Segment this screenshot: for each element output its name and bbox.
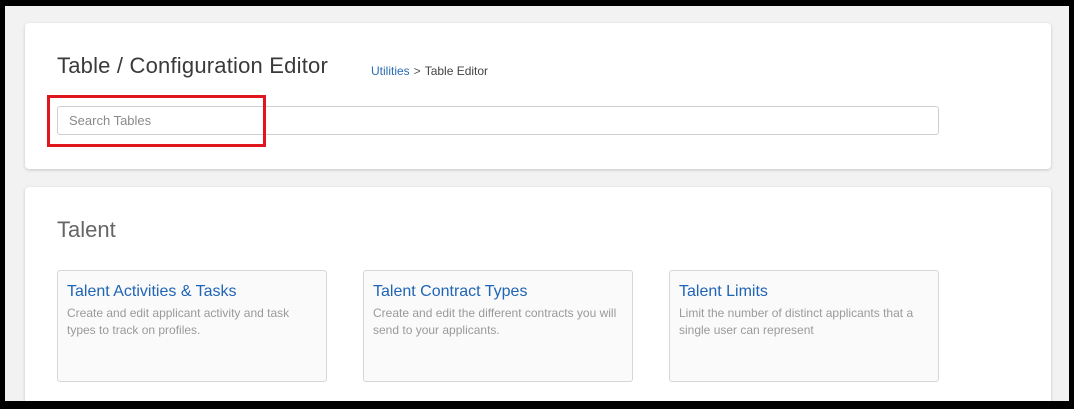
section-title: Talent xyxy=(57,217,116,242)
tile-title[interactable]: Talent Activities & Tasks xyxy=(67,283,317,301)
tile-talent-activities-tasks[interactable]: Talent Activities & Tasks Create and edi… xyxy=(57,270,327,382)
tile-talent-limits[interactable]: Talent Limits Limit the number of distin… xyxy=(669,270,939,382)
tile-description: Create and edit the different contracts … xyxy=(373,306,617,337)
app-frame: Table / Configuration Editor Utilities > T… xyxy=(0,0,1074,409)
search-input[interactable] xyxy=(57,106,939,135)
talent-section-card: Talent Talent Activities & Tasks Create … xyxy=(25,187,1051,401)
breadcrumb: Utilities > Table Editor xyxy=(371,64,488,78)
tile-title[interactable]: Talent Limits xyxy=(679,283,929,301)
tile-description: Limit the number of distinct applicants … xyxy=(679,306,914,337)
breadcrumb-link-utilities[interactable]: Utilities xyxy=(371,64,410,78)
tile-title[interactable]: Talent Contract Types xyxy=(373,283,623,301)
tile-talent-contract-types[interactable]: Talent Contract Types Create and edit th… xyxy=(363,270,633,382)
page-title: Table / Configuration Editor xyxy=(57,53,328,78)
header-card: Table / Configuration Editor Utilities > T… xyxy=(25,23,1051,169)
breadcrumb-separator: > xyxy=(413,64,421,78)
breadcrumb-current: Table Editor xyxy=(424,64,489,78)
tile-description: Create and edit applicant activity and t… xyxy=(67,306,290,337)
